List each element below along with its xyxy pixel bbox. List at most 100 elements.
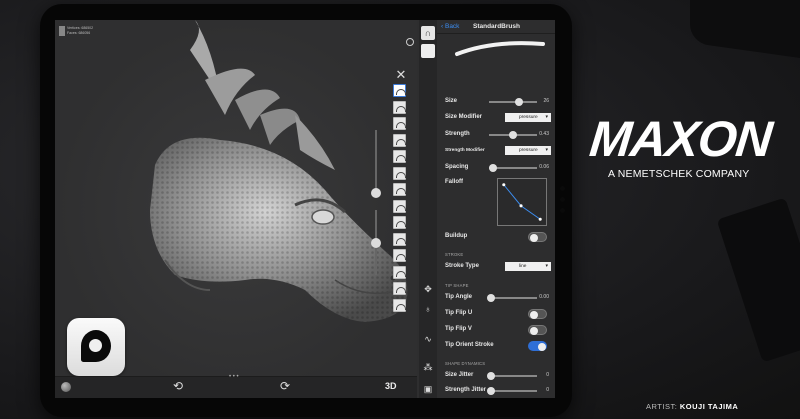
stroke-tool-icon[interactable]: ∿: [421, 332, 435, 346]
tip-flip-u-label: Tip Flip U: [445, 310, 473, 316]
stroke-type-label: Stroke Type: [445, 263, 479, 269]
tip-flip-v-row: Tip Flip V: [441, 324, 553, 336]
tip-flip-v-toggle[interactable]: [528, 325, 547, 335]
size-track[interactable]: [489, 101, 537, 103]
camera-tool-icon[interactable]: ▣: [421, 382, 435, 396]
tip-flip-u-row: Tip Flip U: [441, 308, 553, 320]
tip-orient-row: Tip Orient Stroke: [441, 340, 553, 352]
strength-modifier-row: Strength Modifier pressure: [441, 145, 553, 157]
strength-row: Strength 0.43: [441, 129, 553, 141]
buildup-label: Buildup: [445, 233, 468, 239]
falloff-label: Falloff: [445, 179, 463, 185]
panel-title: StandardBrush: [473, 23, 520, 30]
brush-fill-icon[interactable]: [393, 282, 406, 295]
brush-smooth-icon[interactable]: [393, 232, 406, 246]
stroke-preview: [455, 41, 545, 56]
brush-standard-icon[interactable]: [393, 84, 406, 97]
size-jitter-knob[interactable]: [487, 371, 495, 380]
brush-tool-icon[interactable]: ∩: [421, 26, 435, 40]
brush-crease-icon[interactable]: [393, 183, 406, 196]
tip-angle-row: Tip Angle 0.00: [441, 292, 553, 304]
tablet-side-dots: [560, 180, 570, 240]
app-logo-icon: [67, 318, 125, 376]
strength-jitter-row: Strength Jitter 0: [441, 385, 553, 397]
brush-palette: ✕: [393, 68, 409, 320]
strength-knob[interactable]: [509, 130, 517, 139]
tip-shape-section-heading: TIP SHAPE: [445, 283, 469, 288]
maxon-tagline: A NEMETSCHEK COMPANY: [608, 168, 750, 180]
brush-settings-panel: ‹ Back StandardBrush Size 26 Size Modifi…: [437, 20, 555, 398]
close-icon[interactable]: ✕: [393, 68, 409, 81]
tip-angle-label: Tip Angle: [445, 294, 472, 300]
symmetry-tool-icon[interactable]: ⁂: [421, 360, 435, 374]
tip-flip-v-label: Tip Flip V: [445, 326, 472, 332]
buildup-toggle[interactable]: [528, 232, 547, 242]
strength-jitter-knob[interactable]: [487, 386, 495, 395]
brush-amplify-icon[interactable]: [393, 265, 406, 279]
bottom-toolbar: • • • ⟲ ⟳ 3D: [55, 374, 417, 398]
spacing-knob[interactable]: [489, 163, 497, 172]
maxon-logo: MAXON: [587, 111, 775, 167]
stroke-section-heading: STROKE: [445, 252, 464, 257]
strength-label: Strength: [445, 131, 470, 137]
spacing-value: 0.06: [539, 164, 549, 170]
strength-jitter-label: Strength Jitter: [445, 387, 487, 393]
strength-slider-knob[interactable]: [371, 238, 381, 248]
spacing-label: Spacing: [445, 164, 469, 170]
size-modifier-select[interactable]: pressure: [505, 113, 551, 122]
tip-flip-u-toggle[interactable]: [528, 309, 547, 319]
undo-icon[interactable]: ⟲: [173, 379, 183, 393]
brush-move-icon[interactable]: [393, 133, 406, 147]
dragon-sculpt[interactable]: [95, 20, 415, 350]
color-swatch-icon[interactable]: [421, 44, 435, 58]
tip-angle-value: 0.00: [539, 294, 549, 300]
spacing-row: Spacing 0.06: [441, 162, 553, 174]
size-label: Size: [445, 98, 458, 104]
artist-prefix: ARTIST:: [646, 402, 678, 411]
bottom-handle[interactable]: • • •: [229, 374, 239, 380]
orientation-gizmo-icon[interactable]: [406, 38, 414, 46]
brush-clay-icon[interactable]: [393, 100, 406, 114]
view-mode-button[interactable]: 3D: [385, 381, 397, 391]
tip-orient-toggle[interactable]: [528, 341, 547, 351]
brush-pinch-icon[interactable]: [393, 166, 406, 180]
panel-header: ‹ Back StandardBrush: [437, 20, 555, 34]
shape-dynamics-section-heading: SHAPE DYNAMICS: [445, 361, 486, 366]
size-value: 26: [543, 98, 549, 104]
size-slider-knob[interactable]: [371, 188, 381, 198]
strength-value: 0.43: [539, 131, 549, 137]
size-knob[interactable]: [515, 97, 523, 106]
tip-orient-label: Tip Orient Stroke: [445, 342, 494, 348]
brush-mask-icon[interactable]: [393, 298, 406, 312]
tip-angle-track[interactable]: [489, 297, 537, 299]
size-jitter-track[interactable]: [489, 375, 537, 377]
light-tool-icon[interactable]: ♁: [421, 302, 435, 316]
size-jitter-row: Size Jitter 0: [441, 370, 553, 382]
size-slider-track[interactable]: [375, 130, 377, 195]
tablet-screen: Vertices: 686502 Faces: 686056 ✕ • • • ⟲…: [55, 20, 555, 398]
buildup-row: Buildup: [441, 231, 553, 243]
stroke-type-row: Stroke Type line: [441, 261, 553, 273]
strength-jitter-track[interactable]: [489, 390, 537, 392]
brush-claybuildup-icon[interactable]: [393, 117, 406, 130]
redo-icon[interactable]: ⟳: [280, 379, 290, 393]
size-jitter-value: 0: [546, 372, 549, 378]
material-sphere-icon[interactable]: [61, 382, 71, 392]
strength-modifier-select[interactable]: pressure: [505, 146, 551, 155]
maxon-branding: MAXON A NEMETSCHEK COMPANY: [587, 110, 780, 190]
stroke-type-select[interactable]: line: [505, 262, 551, 271]
brush-flatten-icon[interactable]: [393, 199, 406, 213]
artist-credit: ARTIST: KOUJI TAJIMA: [646, 402, 738, 411]
sculpt-viewport[interactable]: Vertices: 686502 Faces: 686056 ✕ • • • ⟲…: [55, 20, 417, 398]
strength-jitter-value: 0: [546, 387, 549, 393]
size-row: Size 26: [441, 96, 553, 108]
falloff-curve-editor[interactable]: [497, 178, 547, 226]
brush-scrape-icon[interactable]: [393, 216, 406, 229]
brush-grab-icon[interactable]: [393, 249, 406, 262]
back-button[interactable]: ‹ Back: [441, 23, 459, 30]
move-tool-icon[interactable]: ✥: [421, 282, 435, 296]
face-count: Faces: 686056: [67, 31, 91, 35]
tip-angle-knob[interactable]: [487, 293, 495, 302]
brush-inflate-icon[interactable]: [393, 150, 406, 163]
quick-sliders: [370, 130, 382, 280]
